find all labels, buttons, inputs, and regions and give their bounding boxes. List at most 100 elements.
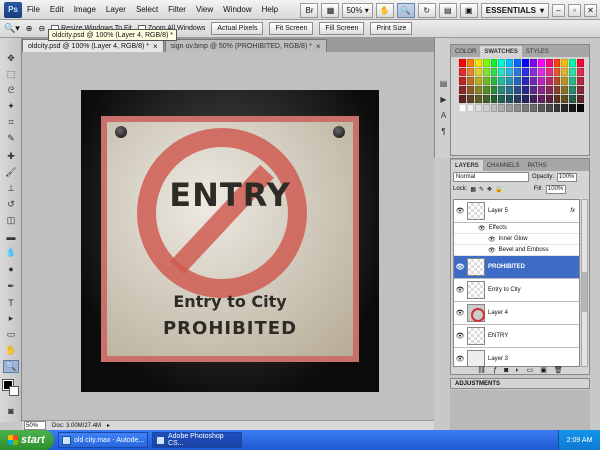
opacity-field[interactable]: 100% bbox=[557, 172, 578, 182]
document-canvas[interactable]: ENTRY Entry to City PROHIBITED bbox=[81, 90, 379, 392]
layers-scrollbar[interactable] bbox=[581, 199, 588, 367]
color-swatch[interactable] bbox=[537, 77, 545, 85]
lock-all-icon[interactable]: 🔒 bbox=[495, 186, 502, 193]
eye-icon[interactable]: 👁 bbox=[456, 263, 465, 271]
color-swatch[interactable] bbox=[490, 77, 498, 85]
color-swatch[interactable] bbox=[514, 104, 521, 112]
path-selection-tool-icon[interactable]: ▸ bbox=[3, 312, 19, 325]
layer-row[interactable]: 👁 ENTRY bbox=[454, 325, 579, 348]
arrange-documents-icon[interactable]: ▤ bbox=[438, 2, 457, 18]
color-swatch[interactable] bbox=[545, 104, 553, 112]
actions-panel-icon[interactable]: ▶ bbox=[438, 94, 449, 105]
color-swatch[interactable] bbox=[561, 104, 569, 112]
color-swatch[interactable] bbox=[474, 95, 482, 103]
effect-row[interactable]: 👁 Inner Glow bbox=[454, 234, 579, 245]
color-swatch[interactable] bbox=[459, 104, 466, 112]
color-swatch[interactable] bbox=[459, 68, 466, 76]
color-swatch[interactable] bbox=[474, 68, 482, 76]
color-swatch[interactable] bbox=[506, 77, 514, 85]
color-swatch[interactable] bbox=[490, 86, 498, 94]
color-swatch[interactable] bbox=[522, 68, 529, 76]
color-swatch[interactable] bbox=[537, 86, 545, 94]
color-swatch[interactable] bbox=[466, 59, 474, 67]
color-swatch[interactable] bbox=[537, 95, 545, 103]
color-swatch[interactable] bbox=[553, 95, 561, 103]
color-swatch[interactable] bbox=[577, 104, 584, 112]
tab-channels[interactable]: CHANNELS bbox=[483, 160, 524, 171]
fill-screen-button[interactable]: Fill Screen bbox=[319, 22, 365, 35]
color-swatch[interactable] bbox=[569, 95, 577, 103]
tab-swatches[interactable]: SWATCHES bbox=[480, 46, 522, 57]
color-swatch[interactable] bbox=[522, 86, 529, 94]
lock-position-icon[interactable]: ✥ bbox=[487, 186, 492, 193]
eye-icon[interactable]: 👁 bbox=[456, 309, 465, 317]
color-swatch[interactable] bbox=[514, 86, 521, 94]
color-swatch[interactable] bbox=[577, 68, 584, 76]
color-swatch[interactable] bbox=[459, 59, 466, 67]
color-swatch[interactable] bbox=[561, 77, 569, 85]
zoom-out-icon[interactable]: ⊖ bbox=[38, 24, 45, 33]
add-mask-icon[interactable]: ◙ bbox=[504, 367, 508, 374]
color-swatch[interactable] bbox=[553, 59, 561, 67]
history-panel-icon[interactable]: ▤ bbox=[438, 78, 449, 89]
eye-icon[interactable]: 👁 bbox=[456, 332, 465, 340]
color-swatch[interactable] bbox=[569, 104, 577, 112]
color-swatch[interactable] bbox=[522, 77, 529, 85]
color-swatch[interactable] bbox=[482, 95, 490, 103]
menu-help[interactable]: Help bbox=[257, 5, 283, 14]
zoom-level-dropdown[interactable]: 50% ▾ bbox=[342, 2, 373, 18]
eye-icon[interactable]: 👁 bbox=[456, 286, 465, 294]
color-swatch[interactable] bbox=[474, 104, 482, 112]
color-swatch[interactable] bbox=[514, 68, 521, 76]
blur-tool-icon[interactable]: 💧 bbox=[3, 246, 19, 259]
color-swatch[interactable] bbox=[561, 95, 569, 103]
color-swatch[interactable] bbox=[498, 104, 506, 112]
color-swatch[interactable] bbox=[553, 68, 561, 76]
zoom-tool-icon[interactable]: 🔍▾ bbox=[4, 23, 20, 34]
color-swatch[interactable] bbox=[490, 68, 498, 76]
close-button[interactable]: ✕ bbox=[584, 3, 597, 17]
color-swatch[interactable] bbox=[569, 86, 577, 94]
color-swatch[interactable] bbox=[482, 86, 490, 94]
eye-icon[interactable]: 👁 bbox=[488, 247, 496, 254]
actual-pixels-button[interactable]: Actual Pixels bbox=[211, 22, 264, 35]
fill-field[interactable]: 100% bbox=[545, 184, 566, 194]
lock-pixels-icon[interactable]: ✎ bbox=[479, 186, 484, 193]
canvas-area[interactable]: ENTRY Entry to City PROHIBITED bbox=[22, 52, 434, 420]
rotate-view-icon[interactable]: ↻ bbox=[417, 2, 436, 18]
color-swatch[interactable] bbox=[490, 59, 498, 67]
color-swatch[interactable] bbox=[506, 59, 514, 67]
brush-tool-icon[interactable]: 🖌 bbox=[3, 166, 19, 179]
color-swatch[interactable] bbox=[553, 104, 561, 112]
color-swatch[interactable] bbox=[561, 59, 569, 67]
color-swatch[interactable] bbox=[522, 95, 529, 103]
color-swatch[interactable] bbox=[569, 77, 577, 85]
zoom-in-icon[interactable]: ⊕ bbox=[26, 24, 33, 33]
eraser-tool-icon[interactable]: ◫ bbox=[3, 214, 19, 227]
color-swatch[interactable] bbox=[514, 95, 521, 103]
menu-image[interactable]: Image bbox=[69, 5, 101, 14]
close-tab-icon[interactable]: × bbox=[316, 42, 321, 51]
new-layer-icon[interactable]: ▣ bbox=[540, 366, 547, 374]
menu-file[interactable]: File bbox=[22, 5, 45, 14]
hand-icon[interactable]: ✋ bbox=[375, 2, 394, 18]
color-swatch[interactable] bbox=[545, 86, 553, 94]
pen-tool-icon[interactable]: ✒ bbox=[3, 280, 19, 293]
menu-window[interactable]: Window bbox=[218, 5, 256, 14]
workspace-switcher[interactable]: ESSENTIALS ▾ bbox=[480, 2, 549, 18]
color-swatch[interactable] bbox=[466, 86, 474, 94]
color-swatch[interactable] bbox=[498, 95, 506, 103]
type-tool-icon[interactable]: T bbox=[3, 296, 19, 309]
add-style-icon[interactable]: ƒ bbox=[493, 367, 497, 374]
color-swatch[interactable] bbox=[514, 77, 521, 85]
color-swatch[interactable] bbox=[577, 86, 584, 94]
taskbar-item-3dsmax[interactable]: old city.max - Autode... bbox=[58, 432, 148, 448]
screen-mode-icon[interactable]: ▣ bbox=[459, 2, 478, 18]
magic-wand-tool-icon[interactable]: ✦ bbox=[3, 100, 19, 113]
marquee-tool-icon[interactable]: ⬚ bbox=[3, 68, 19, 81]
color-swatch[interactable] bbox=[514, 59, 521, 67]
close-tab-icon[interactable]: × bbox=[153, 42, 158, 51]
color-swatch[interactable] bbox=[529, 104, 537, 112]
color-swatch[interactable] bbox=[545, 59, 553, 67]
paragraph-panel-icon[interactable]: ¶ bbox=[438, 126, 449, 137]
